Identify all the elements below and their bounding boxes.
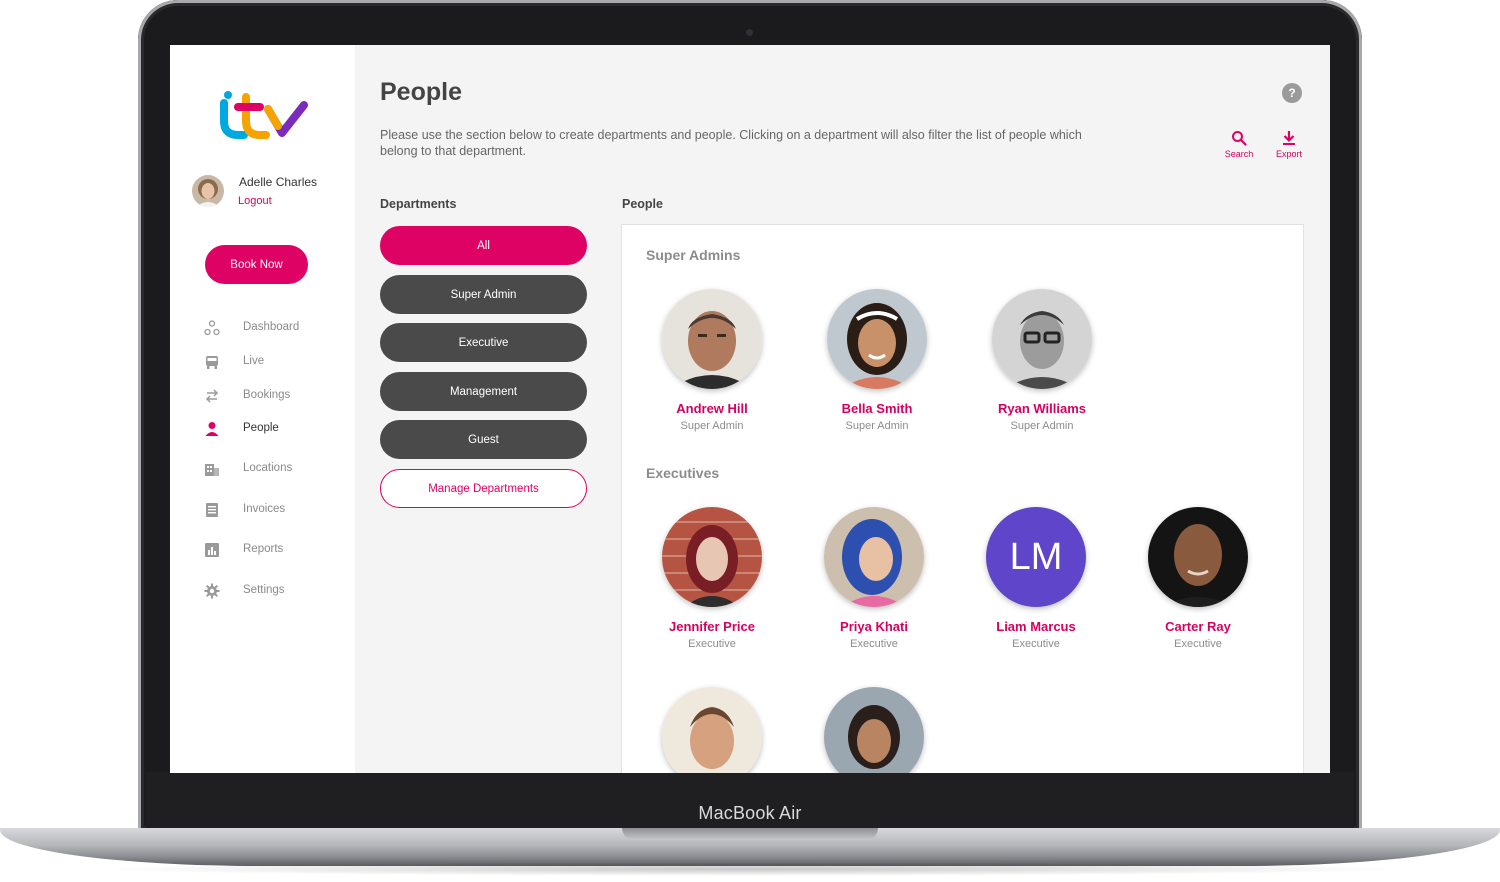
sidebar-item-label: Live: [243, 355, 265, 367]
person-name: Carter Ray: [1165, 619, 1231, 634]
laptop-shadow: [90, 862, 1410, 876]
person-initials-avatar: LM: [986, 507, 1086, 607]
person-role: Executive: [1174, 638, 1222, 650]
person-name: Jennifer Price: [669, 619, 755, 634]
person-photo: [662, 687, 762, 773]
sidebar-item-label: People: [243, 422, 279, 434]
live-icon: [204, 354, 220, 370]
logout-link[interactable]: Logout: [238, 195, 272, 207]
sidebar-item-label: Settings: [243, 584, 285, 596]
sidebar-item-label: Reports: [243, 543, 284, 555]
person-role: Executive: [1012, 638, 1060, 650]
page-description: Please use the section below to create d…: [380, 128, 1082, 158]
person-card[interactable]: Andrew Hill Super Admin: [647, 289, 777, 432]
help-icon[interactable]: ?: [1282, 83, 1302, 103]
person-card[interactable]: Priya Khati Executive: [809, 507, 939, 650]
person-role: Super Admin: [1010, 420, 1074, 432]
user-name: Adelle Charles: [239, 175, 318, 189]
people-panel: Super Admins Andrew Hill Super Admin Bel…: [621, 224, 1304, 773]
person-name: Ryan Williams: [997, 401, 1087, 416]
sidebar-item-label: Invoices: [243, 503, 286, 515]
search-button[interactable]: Search: [1217, 130, 1261, 159]
person-name: Priya Khati: [840, 619, 908, 634]
user-avatar[interactable]: [192, 175, 224, 207]
export-button[interactable]: Export: [1267, 130, 1311, 159]
sidebar-item-people[interactable]: People: [204, 419, 279, 439]
department-guest-button[interactable]: Guest: [380, 420, 587, 459]
book-now-button[interactable]: Book Now: [205, 245, 308, 284]
sidebar-item-live[interactable]: Live: [204, 352, 264, 372]
download-icon: [1283, 131, 1295, 145]
person-name: Bella Smith: [841, 401, 913, 416]
person-role: Executive: [850, 638, 898, 650]
page-title: People: [380, 78, 462, 106]
export-label: Export: [1275, 149, 1302, 159]
invoices-icon: [204, 502, 220, 518]
sidebar-item-label: Locations: [243, 462, 293, 474]
person-name: Andrew Hill: [676, 401, 748, 416]
person-card[interactable]: Carter Ray Executive: [1133, 507, 1263, 650]
person-card[interactable]: Ryan Williams Super Admin: [977, 289, 1107, 432]
group-title-super-admins: Super Admins: [646, 247, 741, 263]
sidebar-item-reports[interactable]: Reports: [204, 540, 283, 560]
department-super-admin-button[interactable]: Super Admin: [380, 275, 587, 314]
department-all-button[interactable]: All: [380, 226, 587, 265]
search-icon: [1232, 131, 1247, 146]
locations-icon: [204, 461, 220, 477]
reports-icon: [204, 542, 220, 558]
departments-heading: Departments: [380, 197, 457, 211]
sidebar-item-locations[interactable]: Locations: [204, 459, 292, 479]
laptop-hinge-notch: [622, 828, 878, 840]
bookings-icon: [204, 388, 220, 404]
camera-icon: [746, 29, 753, 36]
group-title-executives: Executives: [646, 465, 720, 481]
sidebar-item-dashboard[interactable]: Dashboard: [204, 318, 299, 338]
person-card[interactable]: [809, 687, 939, 773]
people-heading: People: [622, 197, 663, 211]
app-screen: Adelle Charles Logout Book Now Dashboard…: [170, 45, 1330, 773]
person-photo: [824, 687, 924, 773]
person-role: Super Admin: [845, 420, 909, 432]
sidebar-item-invoices[interactable]: Invoices: [204, 500, 285, 520]
dashboard-icon: [204, 320, 220, 336]
person-role: Super Admin: [680, 420, 744, 432]
person-role: Executive: [688, 638, 736, 650]
sidebar-item-label: Dashboard: [243, 321, 300, 333]
device-label: MacBook Air: [698, 803, 802, 823]
sidebar-item-label: Bookings: [243, 389, 291, 401]
person-photo: [827, 289, 927, 389]
department-executive-button[interactable]: Executive: [380, 323, 587, 362]
people-icon: [204, 421, 220, 437]
person-card[interactable]: Jennifer Price Executive: [647, 507, 777, 650]
person-photo: [1148, 507, 1248, 607]
department-management-button[interactable]: Management: [380, 372, 587, 411]
person-card[interactable]: LM Liam Marcus Executive: [971, 507, 1101, 650]
person-photo: [662, 507, 762, 607]
person-photo: [662, 289, 762, 389]
person-card[interactable]: Bella Smith Super Admin: [812, 289, 942, 432]
itv-logo[interactable]: [216, 91, 312, 141]
sidebar-item-settings[interactable]: Settings: [204, 581, 285, 601]
search-label: Search: [1224, 149, 1254, 159]
person-photo: [824, 507, 924, 607]
sidebar: Adelle Charles Logout Book Now Dashboard…: [170, 45, 355, 773]
person-photo: [992, 289, 1092, 389]
person-name: Liam Marcus: [996, 619, 1076, 634]
sidebar-item-bookings[interactable]: Bookings: [204, 386, 290, 406]
manage-departments-button[interactable]: Manage Departments: [380, 469, 587, 508]
person-card[interactable]: [647, 687, 777, 773]
settings-icon: [204, 583, 220, 599]
